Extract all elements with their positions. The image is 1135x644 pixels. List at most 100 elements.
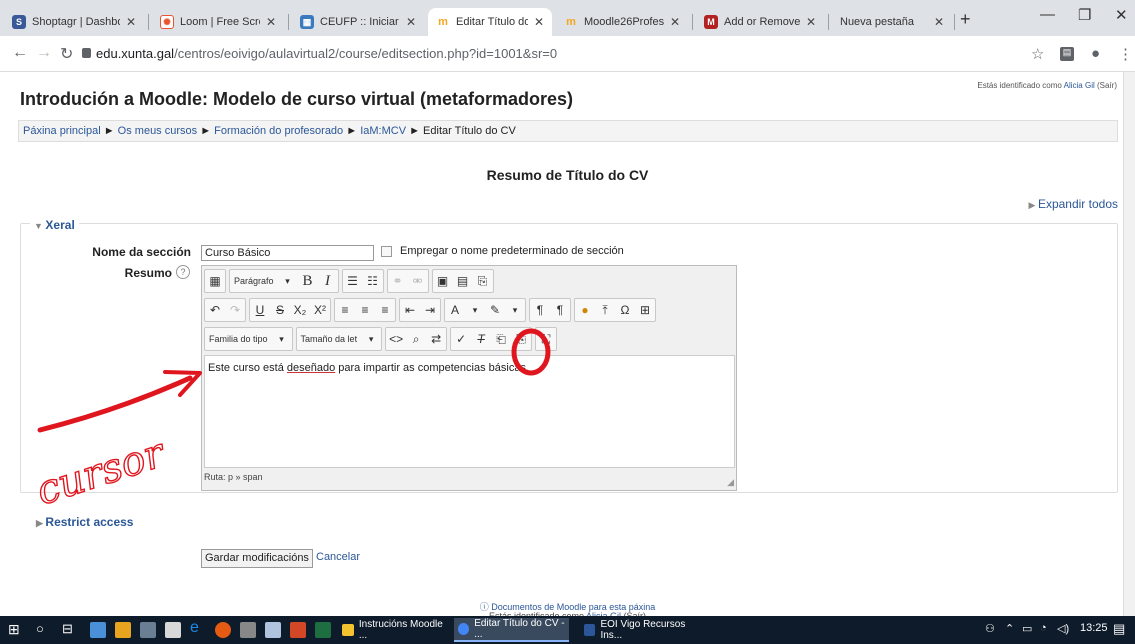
default-name-checkbox[interactable] xyxy=(381,246,392,257)
tab-add-remove[interactable]: M Add or Remove Se ✕ xyxy=(696,8,824,36)
close-tab-icon[interactable]: ✕ xyxy=(670,15,680,29)
profile-icon[interactable]: ● xyxy=(1091,45,1100,62)
close-tab-icon[interactable]: ✕ xyxy=(266,15,276,29)
resize-handle-icon[interactable]: ◢ xyxy=(727,477,734,488)
search-icon[interactable]: ○ xyxy=(36,621,52,637)
people-icon[interactable]: ⚇ xyxy=(985,622,995,635)
font-size-select[interactable]: Tamaño da let xyxy=(297,328,362,350)
unlink-icon[interactable]: ⚮ xyxy=(408,270,428,292)
breadcrumb-category[interactable]: Formación do profesorado xyxy=(214,125,343,137)
tab-loom[interactable]: ✺ Loom | Free Scree ✕ xyxy=(152,8,284,36)
breadcrumb-home[interactable]: Páxina principal xyxy=(23,125,101,137)
battery-icon[interactable]: ▭ xyxy=(1022,622,1032,635)
page-scrollbar[interactable] xyxy=(1123,72,1135,616)
new-tab-button[interactable]: + xyxy=(960,9,971,30)
task-view-icon[interactable]: ⊟ xyxy=(62,621,78,637)
taskbar-item[interactable]: Instrucións Moodle ... xyxy=(338,618,453,642)
restrict-access-toggle[interactable]: ▶ Restrict access xyxy=(36,515,133,529)
manage-files-icon[interactable]: ⎘ xyxy=(473,270,493,292)
bullet-list-icon[interactable]: ☰ xyxy=(343,270,363,292)
chevron-down-icon[interactable]: ▾ xyxy=(361,328,381,350)
clear-formatting-icon[interactable]: T xyxy=(471,328,491,350)
minimize-button[interactable]: — xyxy=(1040,6,1055,23)
underline-icon[interactable]: U xyxy=(250,299,270,321)
font-color-icon[interactable]: A xyxy=(445,299,465,321)
tab-editar-titulo[interactable]: m Editar Título do CV ✕ xyxy=(428,8,552,36)
app-icon[interactable] xyxy=(165,622,181,638)
save-button[interactable]: Gardar modificacións xyxy=(201,549,313,568)
upload-icon[interactable]: ⤒ xyxy=(595,299,615,321)
logout-link[interactable]: (Saír) xyxy=(1095,81,1117,90)
strikethrough-icon[interactable]: S xyxy=(270,299,290,321)
outdent-icon[interactable]: ⇤ xyxy=(400,299,420,321)
table-icon[interactable]: ⊞ xyxy=(635,299,655,321)
user-link[interactable]: Alicia Gil xyxy=(1064,81,1095,90)
tab-nueva[interactable]: Nueva pestaña ✕ xyxy=(832,8,952,36)
omega-icon[interactable]: Ω xyxy=(615,299,635,321)
extension-icon[interactable]: ▤ xyxy=(1060,47,1074,61)
redo-icon[interactable]: ↷ xyxy=(225,299,245,321)
taskbar-item-active[interactable]: Editar Título do CV - ... xyxy=(454,618,569,642)
tab-ceufp[interactable]: ▦ CEUFP :: Iniciar ses ✕ xyxy=(292,8,424,36)
rtl-icon[interactable]: ¶ xyxy=(550,299,570,321)
wifi-icon[interactable]: ◔ xyxy=(1040,622,1047,634)
help-icon[interactable]: ? xyxy=(176,265,190,279)
align-center-icon[interactable]: ≡ xyxy=(355,299,375,321)
chevron-down-icon[interactable]: ▾ xyxy=(505,299,525,321)
reload-icon[interactable]: ↻ xyxy=(60,44,73,64)
italic-icon[interactable]: I xyxy=(318,270,338,292)
back-arrow-icon[interactable]: ← xyxy=(12,44,28,62)
close-tab-icon[interactable]: ✕ xyxy=(806,15,816,29)
powerpoint-icon[interactable] xyxy=(290,622,306,638)
close-tab-icon[interactable]: ✕ xyxy=(934,15,944,29)
maximize-button[interactable]: ❐ xyxy=(1078,6,1091,24)
cancel-link[interactable]: Cancelar xyxy=(316,551,360,563)
windows-start-icon[interactable]: ⊞ xyxy=(8,621,24,637)
tab-shoptagr[interactable]: S Shoptagr | Dashbo ✕ xyxy=(4,8,144,36)
forward-arrow-icon[interactable]: → xyxy=(36,44,52,62)
undo-icon[interactable]: ↶ xyxy=(205,299,225,321)
format-select[interactable]: Parágrafo xyxy=(230,270,278,292)
app-icon[interactable] xyxy=(265,622,281,638)
equation-icon[interactable]: ● xyxy=(575,299,595,321)
chevron-down-icon[interactable]: ▾ xyxy=(465,299,485,321)
close-tab-icon[interactable]: ✕ xyxy=(406,15,416,29)
breadcrumb-course[interactable]: IaM:MCV xyxy=(360,125,406,137)
chevron-down-icon[interactable]: ▾ xyxy=(272,328,292,350)
align-right-icon[interactable]: ≡ xyxy=(375,299,395,321)
tab-moodle26[interactable]: m Moodle26Profes: 2 ✕ xyxy=(556,8,688,36)
notifications-icon[interactable]: ▤ xyxy=(1113,621,1125,637)
address-bar[interactable]: edu.xunta.gal/centros/eoivigo/aulavirtua… xyxy=(96,46,557,61)
close-tab-icon[interactable]: ✕ xyxy=(126,15,136,29)
excel-icon[interactable] xyxy=(315,622,331,638)
breadcrumb-my-courses[interactable]: Os meus cursos xyxy=(118,125,197,137)
chevron-down-icon[interactable]: ▾ xyxy=(278,270,298,292)
indent-icon[interactable]: ⇥ xyxy=(420,299,440,321)
font-family-select[interactable]: Familia do tipo xyxy=(205,328,272,350)
expand-all-link[interactable]: ▶ Expandir todos xyxy=(1029,197,1118,211)
superscript-icon[interactable]: X² xyxy=(310,299,330,321)
insert-media-icon[interactable]: ▤ xyxy=(453,270,473,292)
ltr-icon[interactable]: ¶ xyxy=(530,299,550,321)
app-icon[interactable] xyxy=(115,622,131,638)
firefox-icon[interactable] xyxy=(215,622,231,638)
tray-chevron-icon[interactable]: ⌃ xyxy=(1005,622,1014,635)
align-left-icon[interactable]: ≡ xyxy=(335,299,355,321)
app-icon[interactable] xyxy=(90,622,106,638)
fullscreen-icon[interactable]: ⛶ xyxy=(536,328,556,350)
numbered-list-icon[interactable]: ☷ xyxy=(363,270,383,292)
insert-image-icon[interactable]: ▣ xyxy=(433,270,453,292)
app-icon[interactable] xyxy=(240,622,256,638)
toolbar-toggle-icon[interactable]: ▦ xyxy=(205,270,225,292)
paste-text-icon[interactable]: ⎗ xyxy=(491,328,511,350)
edge-icon[interactable]: e xyxy=(190,619,206,636)
bold-icon[interactable]: B xyxy=(298,270,318,292)
search-icon[interactable]: ⌕ xyxy=(406,328,426,350)
background-color-icon[interactable]: ✎ xyxy=(485,299,505,321)
clock[interactable]: 13:25 xyxy=(1080,622,1108,634)
close-window-button[interactable]: ✕ xyxy=(1115,6,1128,24)
volume-icon[interactable]: ◁) xyxy=(1057,622,1069,635)
replace-icon[interactable]: ⇄ xyxy=(426,328,446,350)
editor-content[interactable]: Este curso está deseñado para impartir a… xyxy=(204,355,735,468)
paste-word-icon[interactable]: ⎘ xyxy=(511,328,531,350)
